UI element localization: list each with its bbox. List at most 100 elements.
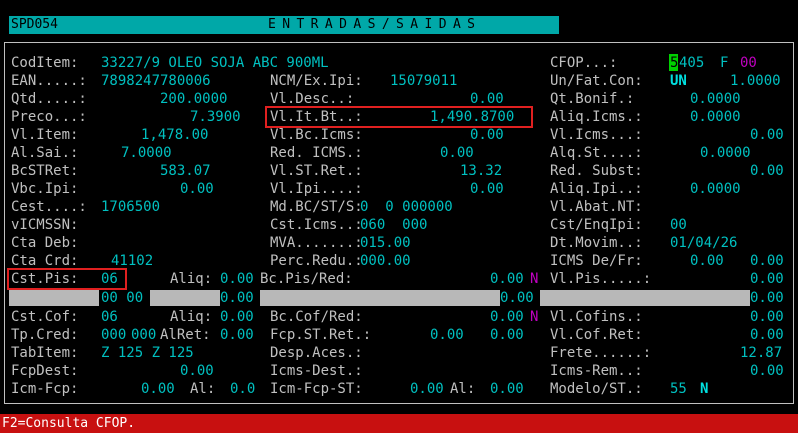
icms-de-field[interactable]: 0.00: [690, 252, 724, 270]
cst-icms-label: Cst.Icms..:: [270, 217, 363, 233]
screen-title: ENTRADAS/SAIDAS: [268, 17, 482, 32]
al2-field[interactable]: 0.00: [490, 380, 524, 398]
fcp-st-ret-field-2[interactable]: 0.00: [490, 326, 524, 344]
vl-ipi-field[interactable]: 0.00: [470, 180, 504, 198]
mva-label: MVA.......:: [270, 235, 363, 251]
icm-fcp-st-label: Icm-Fcp-ST:: [270, 381, 363, 397]
vl-abat-nt-label: Vl.Abat.NT:: [550, 199, 643, 215]
vl-pis-field[interactable]: 0.00: [750, 270, 784, 288]
vl-cofins-field[interactable]: 0.00: [750, 308, 784, 326]
preco-label: Preco...:: [11, 109, 87, 125]
vl-st-ret-field[interactable]: 13.32: [460, 162, 502, 180]
cst-enqipi-field[interactable]: 00: [670, 216, 687, 234]
cest-field[interactable]: 1706500: [101, 198, 160, 216]
icm-fcp-st-field[interactable]: 0.00: [410, 380, 444, 398]
md-bc-label: Md.BC/ST/S:: [270, 199, 363, 215]
tabitem-label: TabItem:: [11, 345, 79, 361]
cst-enqipi-label: Cst/EnqIpi:: [550, 217, 643, 233]
ean-field[interactable]: 7898247780006: [101, 72, 211, 90]
cfop-flag2: 00: [740, 55, 757, 71]
vl-bc-icms-field[interactable]: 0.00: [470, 126, 504, 144]
cst-cof-label: Cst.Cof:: [11, 309, 79, 325]
icms-fr-field[interactable]: 0.00: [750, 252, 784, 270]
gray-row-b[interactable]: 0.00: [220, 289, 254, 307]
red-icms-label: Red. ICMS.:: [270, 145, 363, 161]
gray-row-c[interactable]: 0.00: [500, 289, 534, 307]
bcstret-label: BcSTRet:: [11, 163, 79, 179]
cst-cof-field[interactable]: 06: [101, 308, 118, 326]
aliq-pis-field[interactable]: 0.00: [220, 270, 254, 288]
gray-field-2[interactable]: [150, 290, 220, 306]
status-message: F2=Consulta CFOP.: [2, 416, 136, 431]
cfop-field[interactable]: 405: [679, 54, 704, 72]
cfop-label: CFOP...:: [550, 55, 618, 71]
gray-field-3[interactable]: [260, 290, 500, 306]
dt-movim-field[interactable]: 01/04/26: [670, 234, 737, 252]
icms-rem-field[interactable]: 0.00: [750, 362, 784, 380]
md-bc-field[interactable]: 0 0 000000: [360, 198, 453, 216]
tp-cred-label: Tp.Cred:: [11, 327, 79, 343]
fat-con-field[interactable]: 1.0000: [730, 72, 781, 90]
desp-aces-label: Desp.Aces.:: [270, 345, 363, 361]
mva-field[interactable]: 015.00: [360, 234, 411, 252]
modelo-st-label: Modelo/ST.:: [550, 381, 643, 397]
tabitem-field[interactable]: Z 125 Z 125: [101, 344, 194, 362]
bc-cof-field[interactable]: 0.00: [490, 308, 524, 326]
vbc-ipi-field[interactable]: 0.00: [180, 180, 214, 198]
qt-bonif-field[interactable]: 0.0000: [690, 90, 741, 108]
un-field[interactable]: UN: [670, 72, 687, 90]
vicmssn-label: vICMSSN:: [11, 217, 79, 233]
alq-st-label: Alq.St....:: [550, 145, 643, 161]
bc-cof-flag: N: [530, 309, 539, 325]
al-field[interactable]: 0.0: [230, 380, 255, 398]
coditem-field[interactable]: 33227/9 OLEO SOJA ABC 900ML: [101, 54, 329, 72]
qtd-field[interactable]: 200.0000: [160, 90, 227, 108]
cst-icms-field[interactable]: 060 000: [360, 216, 427, 234]
aliq-icms-field[interactable]: 0.0000: [690, 108, 741, 126]
vl-st-ret-label: Vl.ST.Ret.:: [270, 163, 363, 179]
bcstret-field[interactable]: 583.07: [160, 162, 211, 180]
perc-redu-field[interactable]: 000.00: [360, 252, 411, 270]
vl-cof-ret-label: Vl.Cof.Ret:: [550, 327, 643, 343]
bc-pis-field[interactable]: 0.00: [490, 270, 524, 288]
alret-field[interactable]: 0.00: [220, 326, 254, 344]
vl-item-field[interactable]: 1,478.00: [141, 126, 208, 144]
red-icms-field[interactable]: 0.00: [440, 144, 474, 162]
red-subst-field[interactable]: 0.00: [750, 162, 784, 180]
bc-pis-label: Bc.Pis/Red:: [260, 271, 353, 287]
gray-field-4[interactable]: [540, 290, 750, 306]
alq-st-field[interactable]: 0.0000: [700, 144, 751, 162]
icms-defr-label: ICMS De/Fr:: [550, 253, 643, 269]
st-field[interactable]: N: [700, 380, 708, 398]
ncm-label: NCM/Ex.Ipi:: [270, 73, 363, 89]
gray-row-a[interactable]: 00 00: [101, 289, 143, 307]
frete-label: Frete......:: [550, 345, 652, 361]
aliq-ipi-field[interactable]: 0.0000: [690, 180, 741, 198]
al-sai-label: Al.Sai.:: [11, 145, 79, 161]
red-subst-label: Red. Subst:: [550, 163, 643, 179]
preco-field[interactable]: 7.3900: [190, 108, 241, 126]
ncm-field[interactable]: 15079011: [390, 72, 457, 90]
cfop-first-char[interactable]: 5: [670, 54, 678, 72]
gray-row-d[interactable]: 0.00: [750, 289, 784, 307]
vl-icms-field[interactable]: 0.00: [750, 126, 784, 144]
modelo-field[interactable]: 55: [670, 380, 687, 398]
bc-pis-flag: N: [530, 271, 539, 287]
gray-field-1[interactable]: [9, 290, 99, 306]
tp-cred-field-1[interactable]: 000: [101, 326, 126, 344]
cfop-flag: F: [720, 55, 729, 71]
vl-ipi-label: Vl.Ipi....:: [270, 181, 363, 197]
fcpdest-field[interactable]: 0.00: [180, 362, 214, 380]
ean-label: EAN.....:: [11, 73, 87, 89]
frete-field[interactable]: 12.87: [740, 344, 782, 362]
fcp-st-ret-field-1[interactable]: 0.00: [430, 326, 464, 344]
icm-fcp-label: Icm-Fcp:: [11, 381, 79, 397]
vl-icms-label: Vl.Icms...:: [550, 127, 643, 143]
al-sai-field[interactable]: 7.0000: [121, 144, 172, 162]
icm-fcp-field[interactable]: 0.00: [141, 380, 175, 398]
screen-id: SPD054: [11, 17, 58, 32]
vl-cof-ret-field[interactable]: 0.00: [750, 326, 784, 344]
tp-cred-field-2[interactable]: 000: [131, 326, 156, 344]
aliq-cof-field[interactable]: 0.00: [220, 308, 254, 326]
icms-dest-label: Icms-Dest.:: [270, 363, 363, 379]
